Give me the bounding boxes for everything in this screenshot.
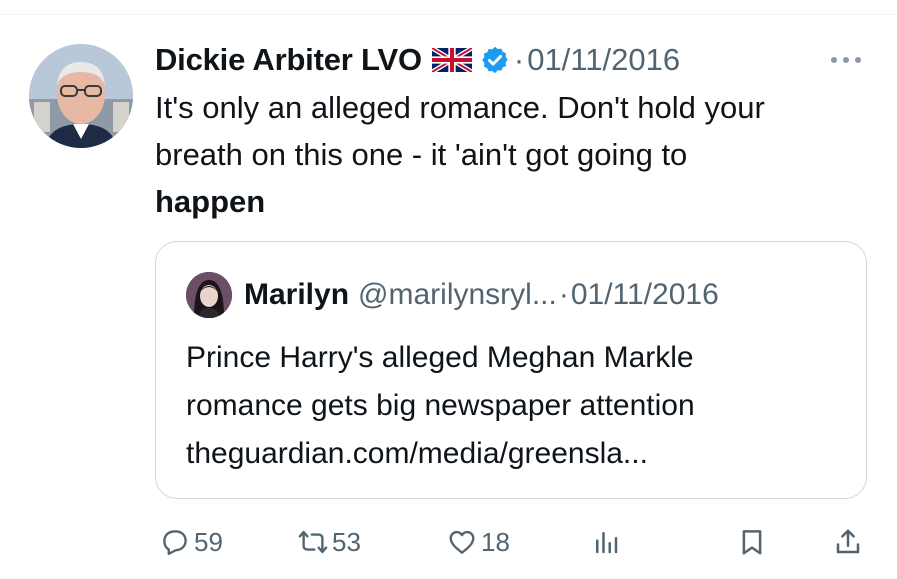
tweet-text-line: It's only an alleged romance. Don't hold… xyxy=(155,90,765,125)
bookmark-icon xyxy=(742,530,762,555)
reply-icon xyxy=(163,530,187,556)
views-icon xyxy=(596,532,618,554)
quoted-tweet-card[interactable]: Marilyn @marilynsryl... · 01/11/2016 Pri… xyxy=(155,241,867,499)
tweet-text-line: breath on this one - it 'ain't got going… xyxy=(155,137,688,172)
heart-icon xyxy=(449,530,475,554)
quoted-text-line: Prince Harry's alleged Meghan Markle xyxy=(186,341,694,374)
tweet-text: It's only an alleged romance. Don't hold… xyxy=(155,84,875,225)
action-bar: 59 53 18 xyxy=(0,520,897,564)
like-count: 18 xyxy=(481,526,510,557)
bookmark-button[interactable] xyxy=(737,520,767,564)
author-avatar[interactable] xyxy=(29,44,133,148)
quoted-author-handle: @marilynsryl... xyxy=(358,278,557,311)
top-divider xyxy=(0,14,897,15)
uk-flag-icon xyxy=(430,45,474,75)
quoted-date: 01/11/2016 xyxy=(570,278,719,311)
share-icon xyxy=(836,529,860,554)
header-separator: · xyxy=(513,42,525,77)
author-name[interactable]: Dickie Arbiter LVO xyxy=(155,42,422,78)
quoted-link-text: theguardian.com/media/greensla... xyxy=(186,437,648,470)
quoted-separator: · xyxy=(558,278,569,311)
like-button[interactable]: 18 xyxy=(447,520,510,564)
quoted-tweet-text: Prince Harry's alleged Meghan Markle rom… xyxy=(186,334,846,478)
quoted-tweet-header: Marilyn @marilynsryl... · 01/11/2016 xyxy=(186,272,719,318)
quoted-author-avatar xyxy=(186,272,232,318)
repost-count: 53 xyxy=(332,526,361,557)
views-button[interactable] xyxy=(591,520,621,564)
tweet-text-bold: happen xyxy=(155,184,266,219)
share-button[interactable] xyxy=(833,520,863,564)
more-dots-icon[interactable] xyxy=(829,50,863,70)
tweet-header: Dickie Arbiter LVO · 01/11/2016 xyxy=(155,38,680,82)
reply-button[interactable]: 59 xyxy=(160,520,223,564)
verified-badge-icon xyxy=(480,45,510,75)
tweet-date[interactable]: 01/11/2016 xyxy=(527,42,680,78)
reply-count: 59 xyxy=(194,526,223,557)
quoted-author-name: Marilyn xyxy=(244,278,350,311)
repost-icon xyxy=(298,530,328,554)
repost-button[interactable]: 53 xyxy=(298,520,361,564)
quoted-text-line: romance gets big newspaper attention xyxy=(186,389,695,422)
